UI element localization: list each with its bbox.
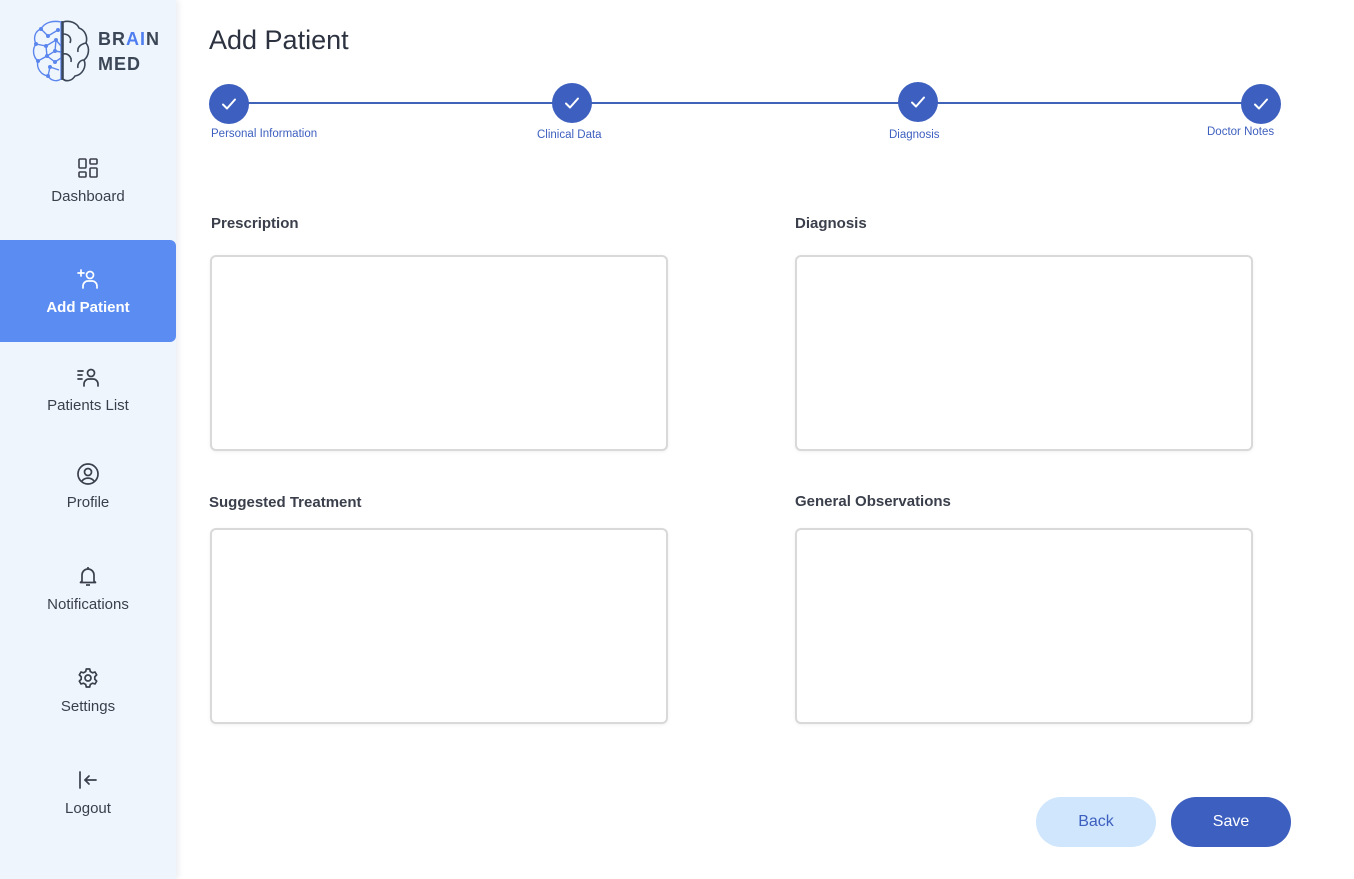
sidebar-item-label: Logout — [65, 799, 111, 817]
step-diagnosis[interactable] — [898, 82, 938, 122]
brand-line-2: MED — [98, 54, 141, 74]
step-label-personal-information[interactable]: Personal Information — [211, 128, 317, 140]
brainmed-logo[interactable]: BRAIN MED — [32, 18, 162, 84]
check-icon — [565, 97, 579, 109]
brand-text-2: N — [146, 29, 160, 49]
sidebar-item-patients-list[interactable]: Patients List — [0, 338, 176, 440]
sidebar-item-add-patient[interactable]: Add Patient — [0, 240, 176, 342]
check-icon — [1254, 98, 1268, 110]
step-connector — [591, 102, 899, 104]
step-personal-information[interactable] — [209, 84, 249, 124]
suggested-treatment-label: Suggested Treatment — [209, 494, 362, 511]
general-observations-label: General Observations — [795, 493, 951, 510]
dashboard-icon — [78, 157, 98, 178]
sidebar-item-label: Notifications — [47, 595, 129, 613]
prescription-label: Prescription — [211, 215, 299, 232]
page-title: Add Patient — [209, 25, 349, 55]
brand-accent: AI — [126, 29, 146, 49]
logout-icon — [79, 770, 97, 789]
step-label-doctor-notes[interactable]: Doctor Notes — [1207, 126, 1274, 138]
sidebar-item-label: Dashboard — [51, 187, 125, 205]
step-connector — [937, 102, 1242, 104]
sidebar-item-profile[interactable]: Profile — [0, 435, 176, 537]
prescription-field[interactable] — [210, 255, 668, 451]
sidebar-item-dashboard[interactable]: Dashboard — [0, 129, 176, 231]
bell-icon — [79, 566, 97, 586]
sidebar-item-label: Add Patient — [46, 298, 130, 316]
brain-logo-icon — [32, 20, 90, 82]
brand-name: BRAIN MED — [98, 27, 160, 77]
step-doctor-notes[interactable] — [1241, 84, 1281, 124]
back-button[interactable]: Back — [1036, 797, 1156, 847]
brand-line-1: BRAIN — [98, 27, 160, 52]
check-icon — [222, 98, 236, 110]
sidebar-item-notifications[interactable]: Notifications — [0, 537, 176, 639]
add-user-icon — [77, 268, 98, 289]
save-button[interactable]: Save — [1171, 797, 1291, 847]
suggested-treatment-field[interactable] — [210, 528, 668, 724]
gear-icon — [78, 667, 98, 688]
diagnosis-label: Diagnosis — [795, 215, 867, 232]
general-observations-field[interactable] — [795, 528, 1253, 724]
sidebar-item-settings[interactable]: Settings — [0, 639, 176, 741]
step-connector — [248, 102, 553, 104]
step-label-diagnosis[interactable]: Diagnosis — [889, 129, 940, 141]
step-clinical-data[interactable] — [552, 83, 592, 123]
sidebar-item-logout[interactable]: Logout — [0, 741, 176, 843]
patients-list-icon — [77, 368, 99, 387]
brand-text-1: BR — [98, 29, 126, 49]
sidebar-item-label: Patients List — [47, 396, 129, 414]
stepper: Personal Information Clinical Data Diagn… — [0, 0, 1354, 160]
profile-icon — [77, 462, 99, 485]
sidebar-item-label: Profile — [66, 493, 110, 511]
sidebar: BRAIN MED Dashboard Add Patient Patients… — [0, 0, 176, 879]
sidebar-item-label: Settings — [60, 697, 116, 715]
step-label-clinical-data[interactable]: Clinical Data — [537, 129, 602, 141]
check-icon — [911, 96, 925, 108]
diagnosis-field[interactable] — [795, 255, 1253, 451]
